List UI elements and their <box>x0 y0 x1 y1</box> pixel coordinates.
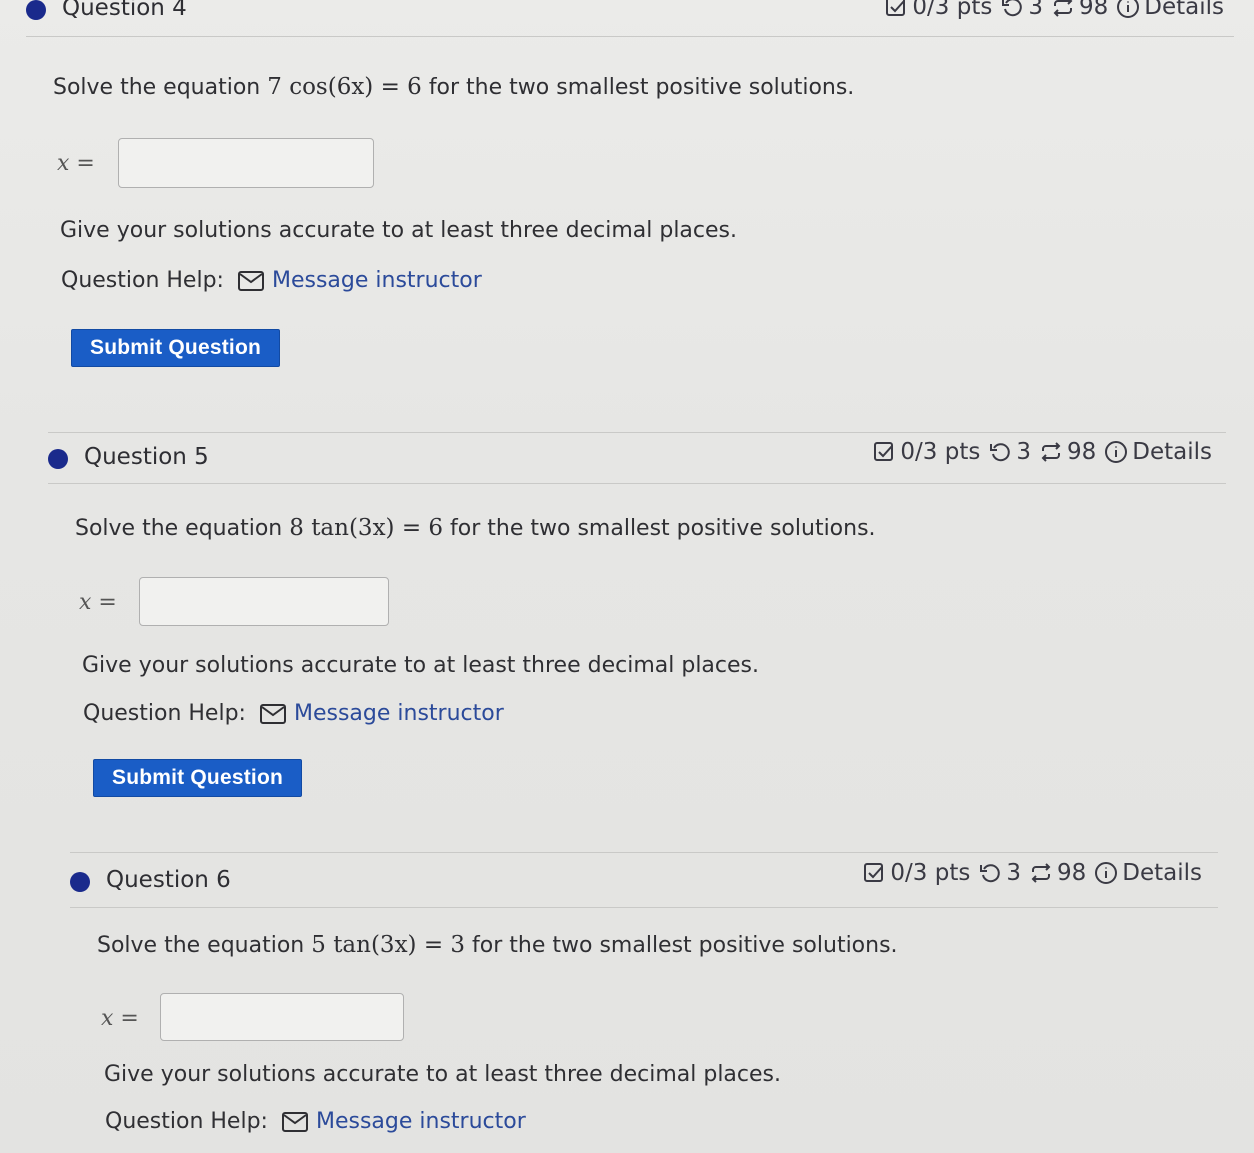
prompt-text-end: for the two smallest positive solutions. <box>428 75 855 100</box>
points-text: 0/3 pts <box>890 860 971 886</box>
envelope-icon <box>281 1111 308 1132</box>
question-4: Question 4 0/3 pts 3 98 Details <box>26 0 1234 37</box>
question-help: Question Help: Message instructor <box>105 1109 526 1134</box>
versions-status: 98 <box>1051 0 1108 20</box>
submit-question-button[interactable]: Submit Question <box>71 329 280 367</box>
checkbox-icon <box>886 0 906 16</box>
repeat-icon <box>1053 0 1073 17</box>
details-label: Details <box>1122 860 1202 886</box>
accuracy-hint: Give your solutions accurate to at least… <box>82 653 759 678</box>
prompt-text-end: for the two smallest positive solutions. <box>472 933 898 958</box>
prompt-text: Solve the equation <box>53 75 261 100</box>
info-icon <box>1117 0 1140 18</box>
question-prompt: Solve the equation 7 cos(6x) = 6 for the… <box>53 74 854 100</box>
accuracy-hint: Give your solutions accurate to at least… <box>104 1062 781 1087</box>
details-link[interactable]: Details <box>1116 0 1224 20</box>
repeat-icon <box>1031 863 1051 883</box>
checkbox-icon <box>874 442 894 461</box>
repeat-icon <box>1041 442 1061 462</box>
submit-question-button[interactable]: Submit Question <box>93 759 302 797</box>
question-status-dot <box>48 449 68 469</box>
versions-count: 98 <box>1078 0 1109 20</box>
attempts-status: 3 <box>988 439 1031 465</box>
versions-status: 98 <box>1039 439 1096 465</box>
help-label: Question Help: <box>105 1109 268 1134</box>
question-prompt: Solve the equation 8 tan(3x) = 6 for the… <box>75 515 876 541</box>
points-status: 0/3 pts <box>862 860 970 886</box>
retry-icon <box>1002 0 1023 17</box>
equation: 5 tan(3x) = 3 <box>311 932 466 958</box>
question-prompt: Solve the equation 5 tan(3x) = 3 for the… <box>97 932 898 958</box>
versions-count: 98 <box>1066 439 1097 465</box>
answer-input[interactable] <box>118 138 374 188</box>
points-text: 0/3 pts <box>900 439 981 465</box>
retry-icon <box>990 443 1011 462</box>
question-help: Question Help: Message instructor <box>83 701 504 726</box>
question-meta: 0/3 pts 3 98 Details <box>862 860 1202 886</box>
details-link[interactable]: Details <box>1094 860 1202 886</box>
question-status-dot <box>70 872 90 892</box>
equation: 7 cos(6x) = 6 <box>267 74 422 100</box>
question-status-dot <box>26 0 46 20</box>
attempts-status: 3 <box>978 860 1021 886</box>
help-label: Question Help: <box>61 268 224 293</box>
equation: 8 tan(3x) = 6 <box>289 515 444 541</box>
prompt-text: Solve the equation <box>75 516 283 541</box>
versions-count: 98 <box>1056 860 1087 886</box>
versions-status: 98 <box>1029 860 1086 886</box>
message-instructor-link[interactable]: Message instructor <box>237 268 482 293</box>
question-header: Question 6 0/3 pts 3 98 Details <box>70 852 1218 908</box>
points-text: 0/3 pts <box>912 0 993 20</box>
question-title: Question 4 <box>62 0 187 21</box>
question-title: Question 6 <box>106 867 231 893</box>
message-label: Message instructor <box>293 701 504 726</box>
question-meta: 0/3 pts 3 98 Details <box>884 0 1224 20</box>
help-label: Question Help: <box>83 701 246 726</box>
retry-icon <box>980 864 1001 883</box>
info-icon <box>1105 441 1128 463</box>
envelope-icon <box>237 270 264 291</box>
message-instructor-link[interactable]: Message instructor <box>259 701 504 726</box>
question-title: Question 5 <box>84 444 209 470</box>
answer-input[interactable] <box>160 993 404 1041</box>
answer-label: x = <box>101 1006 139 1031</box>
question-help: Question Help: Message instructor <box>61 268 482 293</box>
attempts-count: 3 <box>1028 0 1043 20</box>
question-5: Question 5 0/3 pts 3 98 Details <box>48 432 1226 484</box>
answer-input[interactable] <box>139 577 389 626</box>
info-icon <box>1095 862 1118 884</box>
prompt-text: Solve the equation <box>97 933 305 958</box>
attempts-count: 3 <box>1016 439 1031 465</box>
details-label: Details <box>1144 0 1224 20</box>
checkbox-icon <box>864 863 884 882</box>
answer-label: x = <box>57 151 95 176</box>
prompt-text-end: for the two smallest positive solutions. <box>450 516 876 541</box>
accuracy-hint: Give your solutions accurate to at least… <box>60 218 737 243</box>
question-header: Question 5 0/3 pts 3 98 Details <box>48 432 1226 484</box>
message-label: Message instructor <box>315 1109 526 1134</box>
details-label: Details <box>1132 439 1212 465</box>
attempts-status: 3 <box>1000 0 1043 20</box>
attempts-count: 3 <box>1006 860 1021 886</box>
details-link[interactable]: Details <box>1104 439 1212 465</box>
points-status: 0/3 pts <box>872 439 980 465</box>
message-instructor-link[interactable]: Message instructor <box>281 1109 526 1134</box>
envelope-icon <box>259 703 286 724</box>
question-header: Question 4 0/3 pts 3 98 Details <box>26 0 1234 37</box>
question-meta: 0/3 pts 3 98 Details <box>872 439 1212 465</box>
answer-label: x = <box>79 590 117 615</box>
question-6: Question 6 0/3 pts 3 98 Details <box>70 852 1218 908</box>
points-status: 0/3 pts <box>884 0 992 20</box>
message-label: Message instructor <box>271 268 482 293</box>
